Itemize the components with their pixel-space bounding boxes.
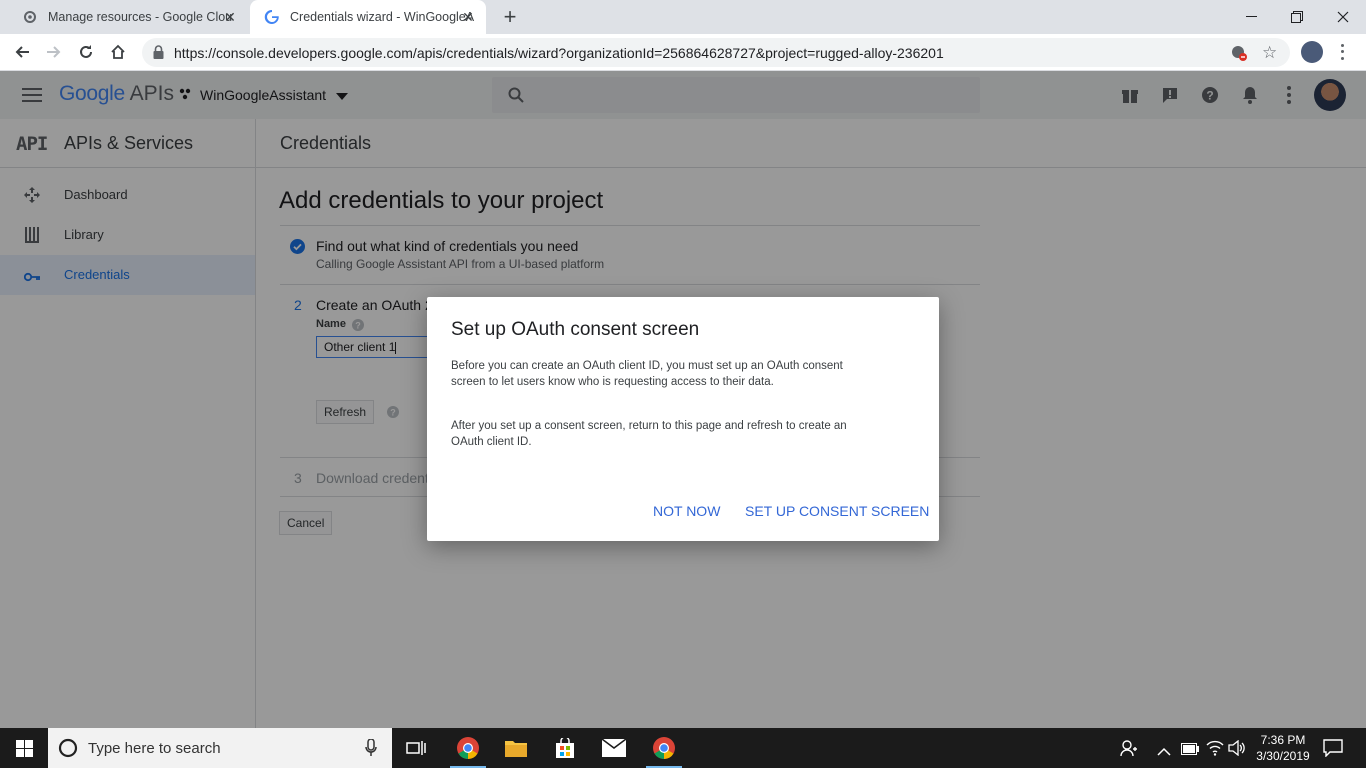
browser-tab-credentials-wizard[interactable]: Credentials wizard - WinGoogleA ✕ [250, 0, 486, 34]
wifi-icon[interactable] [1206, 740, 1224, 761]
url-text: https://console.developers.google.com/ap… [174, 45, 944, 61]
tab-title: Manage resources - Google Clou [48, 10, 233, 24]
taskbar-search-placeholder: Type here to search [88, 740, 221, 757]
chevron-up-icon[interactable] [1157, 743, 1171, 761]
dialog-paragraph-2: After you set up a consent screen, retur… [451, 420, 847, 448]
bookmark-star-icon[interactable]: ☆ [1262, 43, 1277, 63]
mail-icon[interactable] [590, 728, 638, 768]
restore-button[interactable] [1274, 0, 1320, 34]
browser-menu-icon[interactable] [1334, 42, 1350, 62]
close-tab-icon[interactable]: ✕ [222, 9, 238, 25]
battery-icon[interactable] [1181, 742, 1199, 760]
home-button[interactable] [106, 40, 130, 64]
minimize-button[interactable] [1228, 0, 1274, 34]
clock-date: 3/30/2019 [1256, 749, 1310, 763]
cortana-circle-icon [58, 738, 78, 763]
reload-button[interactable] [74, 40, 98, 64]
taskbar-search-box[interactable]: Type here to search [48, 728, 392, 768]
clock[interactable]: 7:36 PM 3/30/2019 [1252, 732, 1314, 764]
close-window-button[interactable] [1320, 0, 1366, 34]
windows-start-button[interactable] [0, 728, 48, 768]
forward-button[interactable] [42, 40, 66, 64]
browser-tab-strip: Manage resources - Google Clou ✕ Credent… [0, 0, 1366, 34]
lock-icon[interactable] [153, 45, 164, 64]
blocked-extension-icon[interactable] [1230, 44, 1248, 67]
store-icon[interactable] [541, 728, 589, 768]
new-tab-button[interactable]: + [498, 4, 522, 29]
consent-screen-dialog: Set up OAuth consent screen Before you c… [427, 297, 939, 541]
browser-toolbar: https://console.developers.google.com/ap… [0, 34, 1366, 71]
action-center-icon[interactable] [1323, 739, 1343, 762]
back-button[interactable] [10, 40, 34, 64]
windows-taskbar: Type here to search 7:36 PM 3/30/2019 [0, 728, 1366, 768]
browser-tab-manage-resources[interactable]: Manage resources - Google Clou ✕ [8, 0, 248, 34]
google-favicon-icon [264, 9, 280, 25]
setup-consent-screen-button[interactable]: SET UP CONSENT SCREEN [745, 503, 929, 519]
address-bar[interactable]: https://console.developers.google.com/ap… [142, 38, 1290, 67]
chrome-taskbar-icon-2[interactable] [640, 728, 688, 768]
not-now-button[interactable]: NOT NOW [653, 503, 720, 519]
clock-time: 7:36 PM [1260, 733, 1306, 747]
close-tab-icon[interactable]: ✕ [460, 9, 476, 25]
volume-icon[interactable] [1228, 739, 1246, 761]
gear-favicon-icon [22, 9, 38, 25]
file-explorer-icon[interactable] [492, 728, 540, 768]
dialog-paragraph-1: Before you can create an OAuth client ID… [451, 360, 843, 388]
people-icon[interactable] [1120, 739, 1138, 762]
tab-title: Credentials wizard - WinGoogleA [290, 10, 475, 24]
dialog-title: Set up OAuth consent screen [451, 319, 700, 340]
microphone-icon[interactable] [365, 738, 377, 762]
chrome-taskbar-icon[interactable] [444, 728, 492, 768]
task-view-icon[interactable] [392, 728, 440, 768]
profile-avatar[interactable] [1301, 41, 1323, 63]
